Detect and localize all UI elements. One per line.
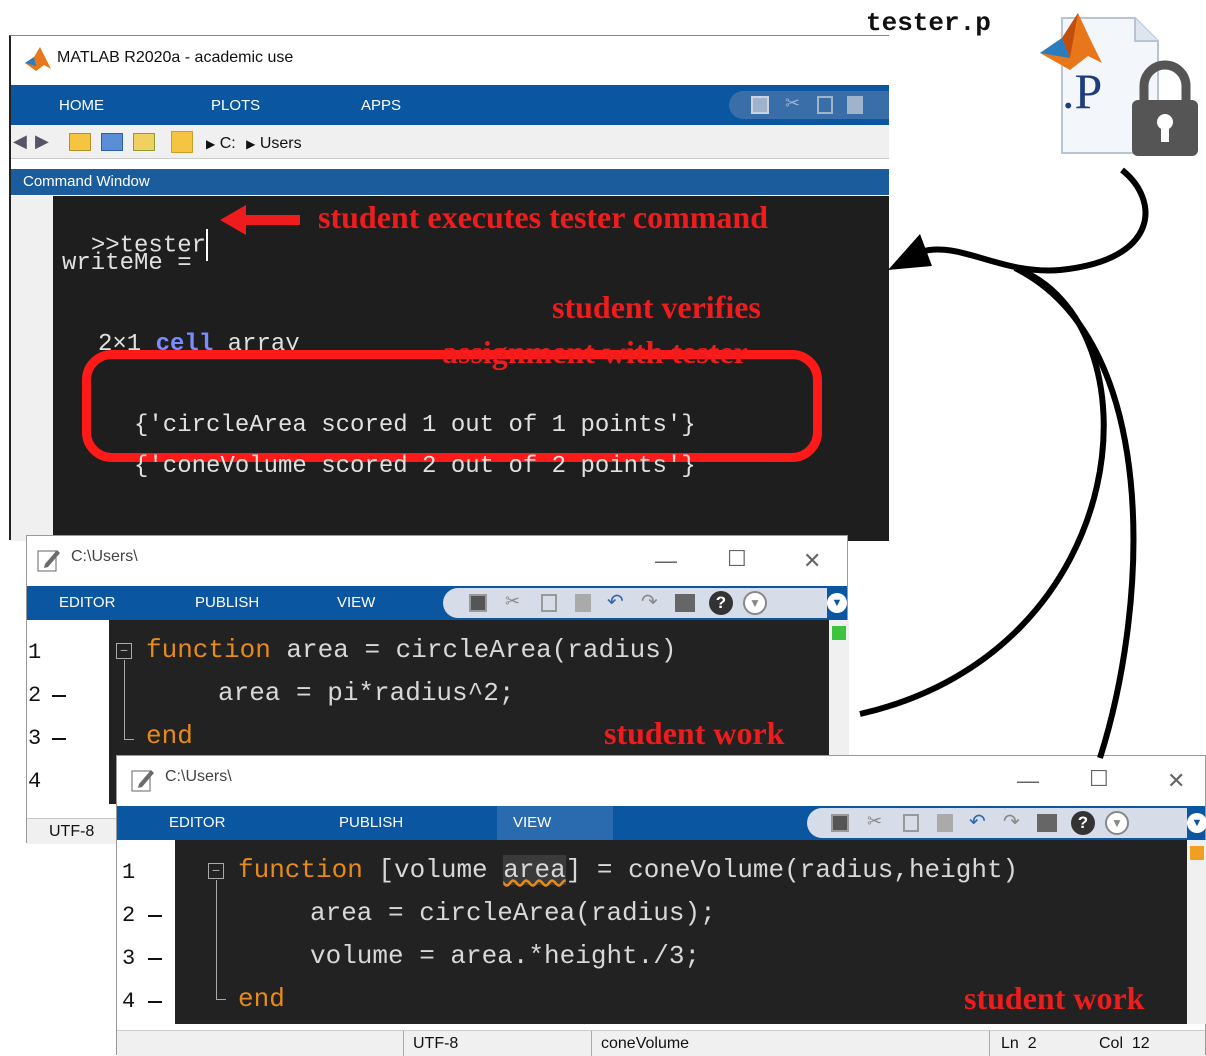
connector-arrows [859,167,1149,759]
